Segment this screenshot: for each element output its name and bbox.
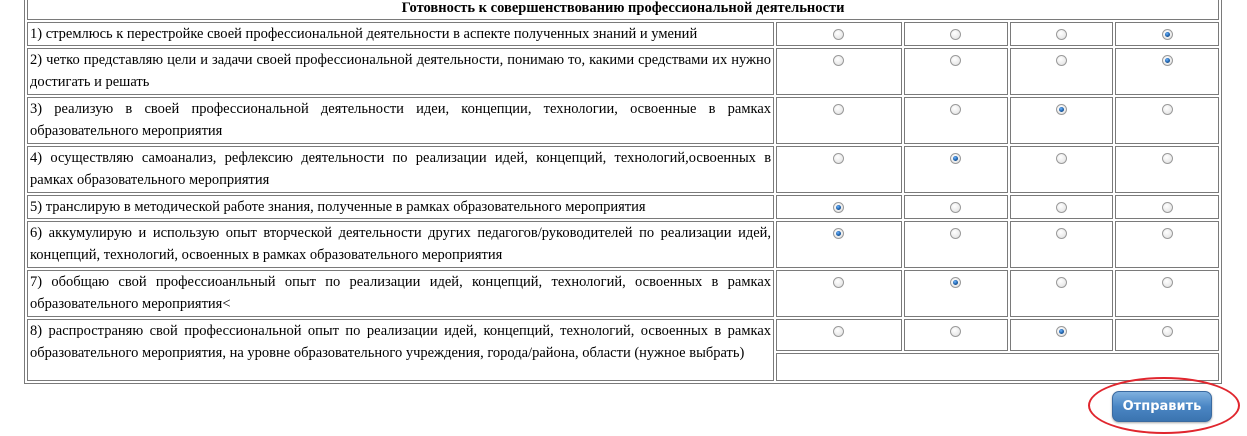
question-row: 1) стремлюсь к перестройке своей професс… [27, 22, 1219, 46]
radio-option-1[interactable] [833, 29, 845, 41]
option-cell [903, 319, 1008, 351]
radio-option-3[interactable] [1055, 153, 1067, 165]
radio-option-4[interactable] [1161, 153, 1173, 165]
radio-option-3[interactable] [1055, 326, 1067, 338]
radio-option-2[interactable] [950, 277, 962, 289]
question-text: 6) аккумулирую и использую опыт вторческ… [27, 221, 775, 268]
radio-option-1[interactable] [833, 55, 845, 67]
option-cell [776, 97, 902, 144]
option-cell [1115, 146, 1219, 193]
option-cell [776, 319, 902, 351]
radio-option-1[interactable] [833, 202, 845, 214]
option-cell [1009, 48, 1114, 95]
radio-option-2[interactable] [950, 55, 962, 67]
question-text: 4) осуществляю самоанализ, рефлексию дея… [27, 146, 775, 193]
radio-option-4[interactable] [1161, 104, 1173, 116]
question-text: 8) распространяю свой профессиональной о… [27, 319, 775, 381]
radio-option-2[interactable] [950, 29, 962, 41]
question-row: 5) транслирую в методической работе знан… [27, 195, 1219, 219]
radio-option-4[interactable] [1161, 202, 1173, 214]
question-row: 6) аккумулирую и использую опыт вторческ… [27, 221, 1219, 268]
radio-option-2[interactable] [950, 153, 962, 165]
radio-option-3[interactable] [1055, 277, 1067, 289]
option-cell [903, 221, 1008, 268]
option-cell [1115, 319, 1219, 351]
radio-option-2[interactable] [950, 202, 962, 214]
option-cell [1009, 270, 1114, 317]
question-text: 5) транслирую в методической работе знан… [27, 195, 775, 219]
radio-option-3[interactable] [1055, 228, 1067, 240]
empty-cell [776, 353, 1219, 381]
radio-option-3[interactable] [1055, 55, 1067, 67]
question-text: 2) четко представляю цели и задачи своей… [27, 48, 775, 95]
option-cell [776, 270, 902, 317]
option-cell [903, 270, 1008, 317]
option-cell [1009, 195, 1114, 219]
question-row: 8) распространяю свой профессиональной о… [27, 319, 1219, 381]
option-cell [1115, 97, 1219, 144]
radio-option-1[interactable] [833, 326, 845, 338]
radio-option-4[interactable] [1161, 228, 1173, 240]
radio-option-4[interactable] [1161, 29, 1173, 41]
option-cell [1009, 146, 1114, 193]
option-cell [776, 48, 902, 95]
option-cell [776, 146, 902, 193]
question-text: 7) обобщаю свой профессиоанльный опыт по… [27, 270, 775, 317]
option-cell [776, 221, 902, 268]
option-cell [903, 48, 1008, 95]
option-cell [1009, 319, 1114, 351]
option-cell [1115, 48, 1219, 95]
radio-option-1[interactable] [833, 277, 845, 289]
radio-option-1[interactable] [833, 104, 845, 116]
question-text: 3) реализую в своей профессиональной дея… [27, 97, 775, 144]
radio-option-2[interactable] [950, 228, 962, 240]
radio-option-4[interactable] [1161, 55, 1173, 67]
question-text: 1) стремлюсь к перестройке своей професс… [27, 22, 775, 46]
option-cell [1115, 270, 1219, 317]
option-cell [903, 195, 1008, 219]
radio-option-4[interactable] [1161, 277, 1173, 289]
radio-option-3[interactable] [1055, 104, 1067, 116]
radio-option-1[interactable] [833, 153, 845, 165]
submit-button[interactable]: Отправить [1112, 391, 1212, 422]
option-cell [1009, 22, 1114, 46]
section-header-row: Готовность к совершенствованию профессио… [27, 0, 1219, 20]
radio-option-1[interactable] [833, 228, 845, 240]
question-row: 2) четко представляю цели и задачи своей… [27, 48, 1219, 95]
option-cell [1115, 221, 1219, 268]
option-cell [903, 146, 1008, 193]
question-row: 3) реализую в своей профессиональной дея… [27, 97, 1219, 144]
radio-option-3[interactable] [1055, 202, 1067, 214]
section-title: Готовность к совершенствованию профессио… [27, 0, 1219, 20]
radio-option-3[interactable] [1055, 29, 1067, 41]
survey-container: Готовность к совершенствованию профессио… [24, 0, 1222, 384]
question-row: 4) осуществляю самоанализ, рефлексию дея… [27, 146, 1219, 193]
option-cell [903, 97, 1008, 144]
radio-option-2[interactable] [950, 326, 962, 338]
radio-option-2[interactable] [950, 104, 962, 116]
option-cell [1009, 97, 1114, 144]
survey-table: Готовность к совершенствованию профессио… [24, 0, 1222, 384]
option-cell [903, 22, 1008, 46]
option-cell [1115, 195, 1219, 219]
option-cell [1009, 221, 1114, 268]
radio-option-4[interactable] [1161, 326, 1173, 338]
option-cell [1115, 22, 1219, 46]
option-cell [776, 22, 902, 46]
question-row: 7) обобщаю свой профессиоанльный опыт по… [27, 270, 1219, 317]
option-cell [776, 195, 902, 219]
